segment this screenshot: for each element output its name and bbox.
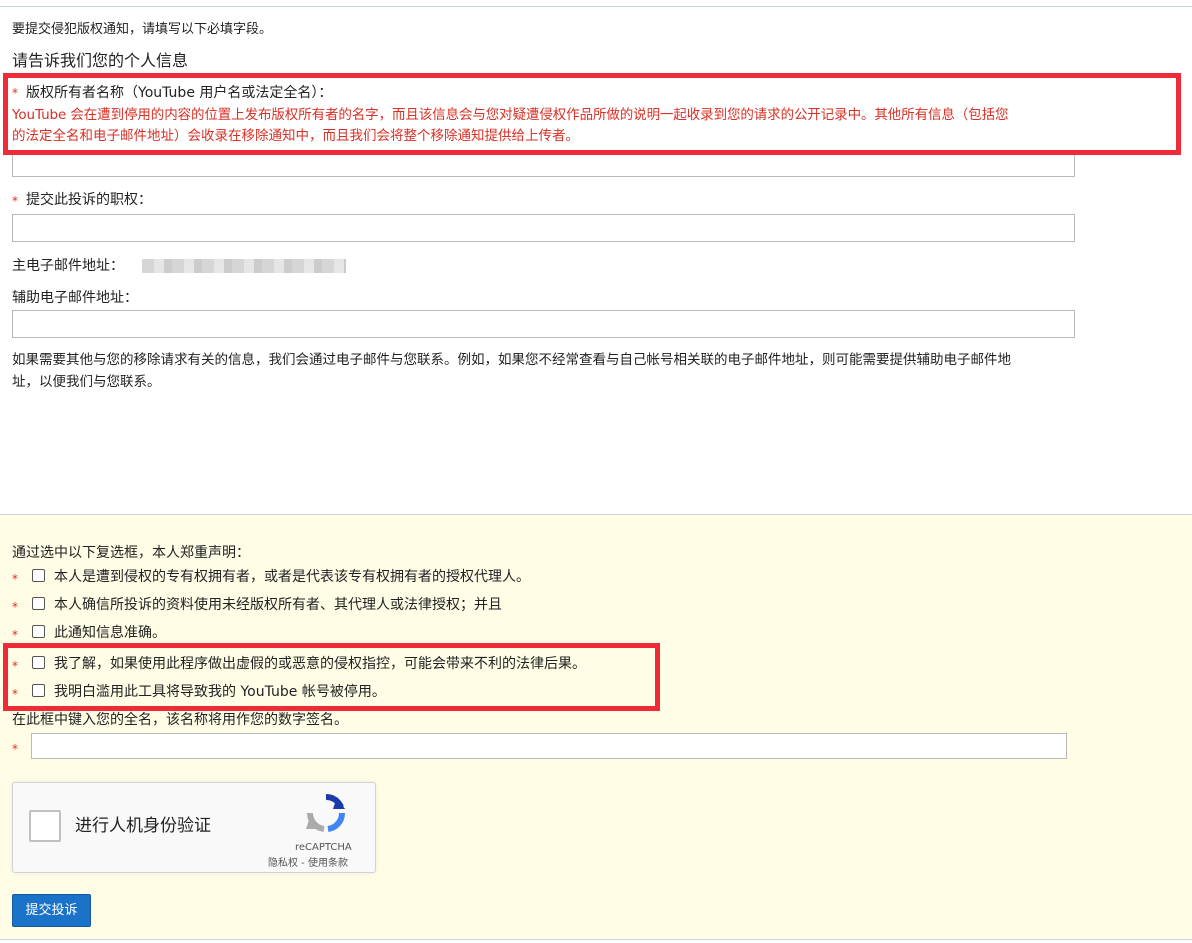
required-marker: * bbox=[12, 628, 18, 642]
declaration-checkbox-3[interactable] bbox=[32, 625, 45, 638]
contact-note: 如果需要其他与您的移除请求有关的信息，我们会通过电子邮件与您联系。例如，如果您不… bbox=[12, 352, 1011, 368]
section-title: 请告诉我们您的个人信息 bbox=[12, 51, 189, 70]
declaration-checkbox-2[interactable] bbox=[32, 597, 45, 610]
recaptcha-checkbox[interactable] bbox=[29, 810, 61, 842]
highlight-box-owner-name bbox=[3, 73, 1181, 155]
recaptcha-widget: 进行人机身份验证 reCAPTCHA 隐私权 - 使用条款 bbox=[12, 782, 376, 873]
required-marker: * bbox=[12, 194, 18, 208]
signature-label: 在此框中键入您的全名，该名称将用作您的数字签名。 bbox=[12, 712, 348, 728]
declaration-title: 通过选中以下复选框，本人郑重声明： bbox=[12, 545, 250, 561]
required-marker: * bbox=[12, 600, 18, 614]
contact-note-cont: 址，以便我们与您联系。 bbox=[12, 374, 161, 390]
declaration-checkbox-1[interactable] bbox=[32, 569, 45, 582]
declaration-item-1: 本人是遭到侵权的专有权拥有者，或者是代表该专有权拥有者的授权代理人。 bbox=[54, 569, 530, 585]
recaptcha-terms-link[interactable]: 隐私权 - 使用条款 bbox=[268, 855, 348, 873]
declaration-item-3: 此通知信息准确。 bbox=[54, 625, 166, 641]
secondary-email-input[interactable] bbox=[12, 310, 1075, 338]
intro-text: 要提交侵犯版权通知，请填写以下必填字段。 bbox=[12, 22, 273, 37]
required-marker: * bbox=[12, 742, 18, 756]
declaration-item-2: 本人确信所投诉的资料使用未经版权所有者、其代理人或法律授权；并且 bbox=[54, 597, 502, 613]
primary-email-value-redacted bbox=[142, 259, 346, 273]
secondary-email-label: 辅助电子邮件地址： bbox=[12, 290, 138, 306]
authority-input[interactable] bbox=[12, 214, 1075, 242]
submit-button[interactable]: 提交投诉 bbox=[12, 894, 91, 927]
recaptcha-label: 进行人机身份验证 bbox=[75, 816, 211, 836]
highlight-box-declarations bbox=[3, 643, 660, 711]
recaptcha-logo-icon bbox=[306, 793, 346, 832]
signature-input[interactable] bbox=[31, 733, 1067, 759]
required-marker: * bbox=[12, 572, 18, 586]
primary-email-label: 主电子邮件地址： bbox=[12, 258, 124, 274]
authority-label: 提交此投诉的职权： bbox=[26, 192, 152, 208]
